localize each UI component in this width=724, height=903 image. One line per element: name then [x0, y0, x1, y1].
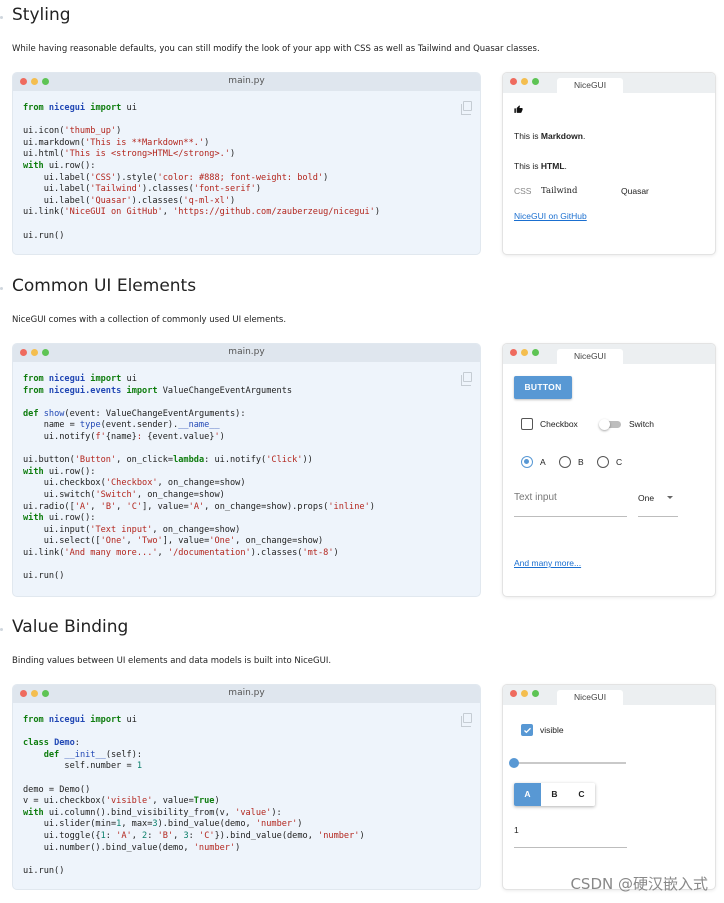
checkbox[interactable]: [521, 418, 533, 430]
demo-window: NiceGUI visible A B C 1: [502, 684, 716, 890]
text-input-placeholder: Text input: [514, 492, 557, 503]
demo-tab: NiceGUI: [557, 349, 623, 364]
thumb-up-icon: [514, 105, 523, 113]
copy-icon[interactable]: [461, 713, 472, 727]
section-description: Binding values between UI elements and d…: [12, 656, 332, 666]
section-marker: [0, 16, 3, 19]
copy-icon[interactable]: [461, 372, 472, 386]
code-window: main.py from nicegui import ui ui.icon('…: [12, 72, 481, 255]
number-value: 1: [514, 825, 519, 835]
close-dot-icon: [510, 78, 517, 85]
check-icon: [523, 727, 531, 733]
visible-checkbox[interactable]: [521, 724, 533, 736]
demo-tab: NiceGUI: [557, 690, 623, 705]
maximize-dot-icon: [532, 349, 539, 356]
minimize-dot-icon: [521, 78, 528, 85]
select[interactable]: One: [638, 490, 678, 518]
code-titlebar: main.py: [13, 344, 480, 362]
more-link[interactable]: And many more...: [514, 558, 581, 568]
github-link[interactable]: NiceGUI on GitHub: [514, 211, 587, 221]
watermark: CSDN @硬汉嵌入式: [570, 875, 708, 893]
html-text: This is HTML.: [514, 161, 567, 171]
label-tailwind: Tailwind: [541, 186, 578, 196]
checkbox-label: Checkbox: [540, 419, 578, 429]
demo-tab: NiceGUI: [557, 78, 623, 93]
code-window: main.py from nicegui import ui from nice…: [12, 343, 481, 597]
radio-a[interactable]: [521, 456, 533, 468]
slider-track[interactable]: [514, 762, 626, 764]
label-css: CSS: [514, 186, 532, 196]
section-marker: [0, 628, 3, 631]
maximize-dot-icon: [532, 78, 539, 85]
toggle-b[interactable]: B: [541, 783, 568, 806]
radio-b[interactable]: [559, 456, 571, 468]
minimize-dot-icon: [521, 690, 528, 697]
section-title: Styling: [12, 5, 71, 25]
section-value-binding: Value Binding Binding values between UI …: [0, 611, 724, 903]
select-value: One: [638, 493, 655, 503]
radio-c-label: C: [616, 457, 623, 467]
section-description: NiceGUI comes with a collection of commo…: [12, 315, 287, 325]
switch-label: Switch: [629, 419, 655, 429]
section-title: Value Binding: [12, 617, 129, 637]
demo-window: NiceGUI BUTTON Checkbox Switch A B C Tex…: [502, 343, 716, 597]
code-filename: main.py: [228, 76, 265, 86]
text-input[interactable]: Text input: [514, 490, 627, 518]
code-block: from nicegui import ui class Demo: def _…: [23, 715, 365, 876]
radio-b-label: B: [578, 457, 584, 467]
demo-titlebar: NiceGUI: [503, 685, 715, 705]
text-input-underline: [514, 516, 627, 517]
code-filename: main.py: [228, 347, 265, 357]
markdown-text: This is Markdown.: [514, 131, 586, 141]
minimize-dot-icon: [521, 349, 528, 356]
section-marker: [0, 287, 3, 290]
label-quasar: Quasar: [621, 186, 649, 196]
select-underline: [638, 516, 678, 517]
demo-titlebar: NiceGUI: [503, 344, 715, 364]
section-title: Common UI Elements: [12, 276, 197, 296]
number-underline: [514, 847, 627, 848]
radio-a-label: A: [540, 457, 546, 467]
code-window: main.py from nicegui import ui class Dem…: [12, 684, 481, 890]
section-styling: Styling While having reasonable defaults…: [0, 0, 724, 260]
toggle-c[interactable]: C: [568, 783, 595, 806]
radio-c[interactable]: [597, 456, 609, 468]
close-dot-icon: [510, 690, 517, 697]
slider-thumb[interactable]: [509, 758, 519, 768]
code-block: from nicegui import ui ui.icon('thumb_up…: [23, 103, 381, 241]
demo-titlebar: NiceGUI: [503, 73, 715, 93]
switch-thumb[interactable]: [599, 419, 610, 430]
visible-checkbox-label: visible: [540, 725, 564, 735]
section-common-ui-elements: Common UI Elements NiceGUI comes with a …: [0, 270, 724, 600]
code-titlebar: main.py: [13, 685, 480, 703]
code-block: from nicegui import ui from nicegui.even…: [23, 374, 375, 582]
maximize-dot-icon: [532, 690, 539, 697]
copy-icon[interactable]: [461, 101, 472, 115]
code-titlebar: main.py: [13, 73, 480, 91]
code-filename: main.py: [228, 688, 265, 698]
toggle-a[interactable]: A: [514, 783, 541, 806]
toggle-group: A B C: [514, 783, 595, 806]
section-description: While having reasonable defaults, you ca…: [12, 44, 540, 54]
demo-window: NiceGUI This is Markdown. This is HTML. …: [502, 72, 716, 255]
chevron-down-icon: [667, 496, 673, 499]
demo-button[interactable]: BUTTON: [514, 376, 572, 399]
close-dot-icon: [510, 349, 517, 356]
number-input[interactable]: 1: [514, 825, 627, 849]
